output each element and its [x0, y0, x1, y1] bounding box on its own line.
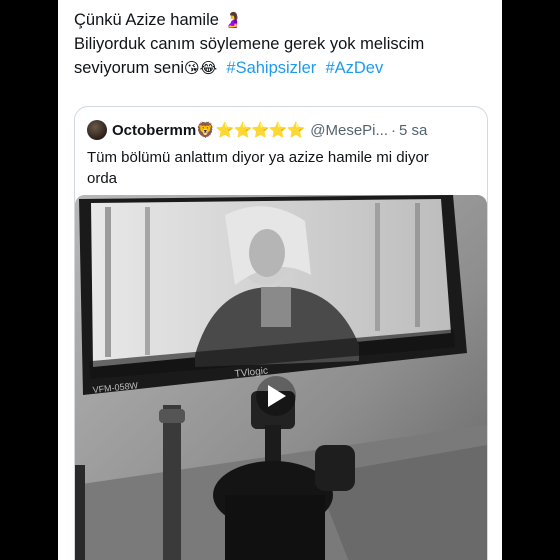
pregnant-emoji-icon: 🤰: [223, 11, 243, 29]
quoted-timestamp[interactable]: 5 sa: [399, 122, 427, 139]
tweet-line-1-text: Çünkü Azize hamile: [74, 11, 219, 29]
quoted-tweet[interactable]: Octobermm 🦁 ⭐⭐⭐⭐⭐ @MesePi... · 5 sa Tüm …: [74, 106, 488, 560]
avatar[interactable]: [87, 120, 107, 140]
quoted-text-line-2: orda: [87, 170, 118, 187]
tweet-line-1: Çünkü Azize hamile 🤰: [74, 8, 494, 32]
quoted-author-name[interactable]: Octobermm: [112, 122, 196, 139]
tweet-card: Çünkü Azize hamile 🤰 Biliyorduk canım sö…: [58, 0, 502, 560]
play-icon: [268, 385, 286, 407]
video-thumbnail[interactable]: VFM-058W TVlogic: [75, 195, 487, 560]
hashtag-link[interactable]: #AzDev: [325, 59, 383, 77]
tweet-line-3: seviyorum seni😘😂 #Sahipsizler #AzDev: [74, 56, 494, 80]
quoted-author-handle[interactable]: @MesePi...: [310, 122, 388, 139]
tweet-line-2: Biliyorduk canım söylemene gerek yok mel…: [74, 35, 425, 53]
lion-emoji-icon: 🦁: [196, 121, 215, 139]
kiss-laugh-emoji-icon: 😘😂: [184, 59, 218, 77]
quoted-tweet-text: Tüm bölümü anlattım diyor ya azize hamil…: [87, 147, 467, 189]
star-emoji-icons: ⭐⭐⭐⭐⭐: [215, 121, 305, 139]
quoted-tweet-header: Octobermm 🦁 ⭐⭐⭐⭐⭐ @MesePi... · 5 sa: [87, 119, 477, 141]
play-button[interactable]: [256, 376, 296, 416]
tweet-line-3-text: seviyorum seni: [74, 59, 185, 77]
tweet-text: Çünkü Azize hamile 🤰 Biliyorduk canım sö…: [74, 8, 494, 80]
separator-dot: ·: [391, 121, 397, 139]
quoted-text-line-1: Tüm bölümü anlattım diyor ya azize hamil…: [87, 149, 429, 166]
hashtag-link[interactable]: #Sahipsizler: [226, 59, 316, 77]
